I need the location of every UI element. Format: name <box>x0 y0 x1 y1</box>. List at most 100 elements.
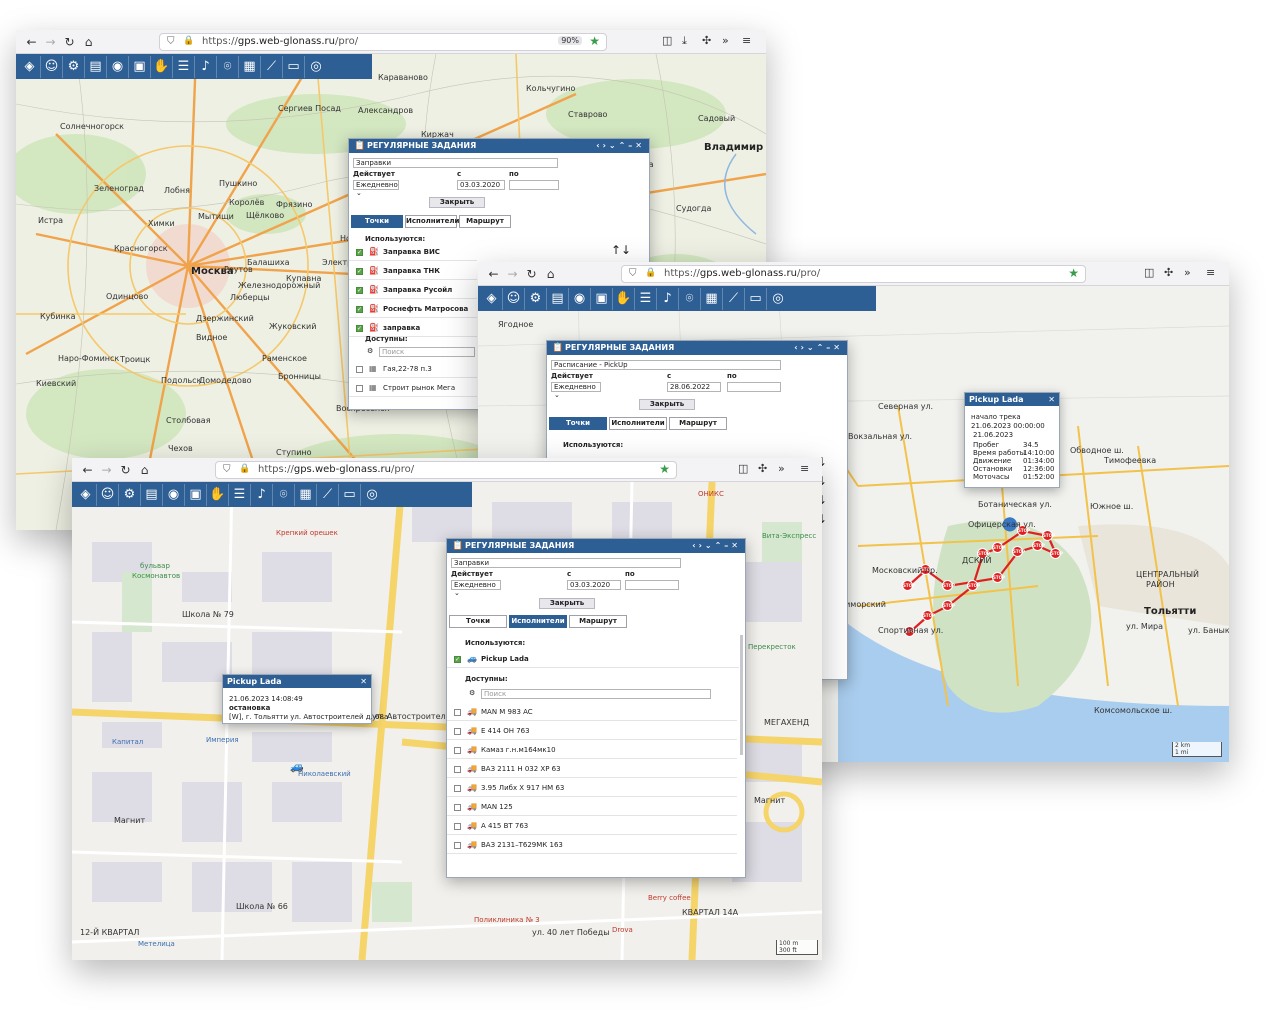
list-icon[interactable]: ☰ <box>635 287 657 310</box>
task-name-field[interactable]: Заправки <box>451 558 681 568</box>
checkbox[interactable]: ✓ <box>356 249 363 256</box>
stop-marker-icon[interactable]: STOP <box>1032 540 1045 551</box>
overflow-icon[interactable]: » <box>778 462 785 475</box>
list-item[interactable]: ✓ ⛽ Заправка ТНК <box>349 263 477 280</box>
checkbox[interactable] <box>454 804 461 811</box>
pocket-icon[interactable]: ◫ <box>1144 266 1154 279</box>
hand-icon[interactable]: ✋ <box>151 55 173 78</box>
forward-icon[interactable]: → <box>503 267 522 281</box>
zoom-badge[interactable]: 90% <box>558 36 582 45</box>
stop-marker-icon[interactable]: STOP <box>992 542 1005 553</box>
menu-icon[interactable]: ≡ <box>742 34 751 47</box>
dialog-controls-icon[interactable]: ‹›⌄⌃–✕ <box>596 139 645 153</box>
image-icon[interactable]: ▣ <box>129 55 151 78</box>
console-icon[interactable]: ▭ <box>745 287 767 310</box>
forward-icon[interactable]: → <box>41 35 60 49</box>
dialog-header[interactable]: 📋 РЕГУЛЯРНЫЕ ЗАДАНИЯ ‹›⌄⌃–✕ <box>349 139 649 153</box>
layers-icon[interactable]: ◈ <box>75 483 97 506</box>
reload-icon[interactable]: ↻ <box>116 463 135 477</box>
tab-executors[interactable]: Исполнители <box>405 215 459 228</box>
image-icon[interactable]: ▣ <box>185 483 207 506</box>
bell-icon[interactable]: ♪ <box>657 287 679 310</box>
signal-icon[interactable]: ◉ <box>163 483 185 506</box>
tab-executors[interactable]: Исполнители <box>509 615 567 628</box>
hand-icon[interactable]: ✋ <box>613 287 635 310</box>
tab-points[interactable]: Точки <box>351 215 403 228</box>
checkbox[interactable] <box>454 766 461 773</box>
list-item[interactable]: ✓ 🚙 Pickup Lada <box>447 651 739 668</box>
bookmark-star-icon[interactable]: ★ <box>1068 266 1079 280</box>
back-icon[interactable]: ← <box>78 463 97 477</box>
pocket-icon[interactable]: ◫ <box>662 34 672 47</box>
list-item[interactable]: ▦ Строит рынок Мега <box>349 380 477 397</box>
checkbox[interactable] <box>356 385 363 392</box>
back-icon[interactable]: ← <box>484 267 503 281</box>
user-icon[interactable]: ☺ <box>503 287 525 310</box>
address-bar[interactable]: ⛉ 🔒 https://gps.web-glonass.ru/pro/ 90% … <box>159 33 607 51</box>
checkbox[interactable] <box>454 842 461 849</box>
list-item[interactable]: 🚚 MAN M 983 AC <box>447 704 737 721</box>
close-icon[interactable]: ✕ <box>1048 393 1055 406</box>
frequency-select[interactable]: Ежедневно ⌄ <box>551 382 601 399</box>
task-name-field[interactable]: Расписание - PickUp <box>551 360 781 370</box>
bookmark-star-icon[interactable]: ★ <box>659 462 670 476</box>
bell-icon[interactable]: ♪ <box>251 483 273 506</box>
signal-icon[interactable]: ◉ <box>107 55 129 78</box>
checkbox[interactable] <box>454 747 461 754</box>
extensions-icon[interactable]: ✣ <box>1164 266 1173 279</box>
tab-route[interactable]: Маршрут <box>669 417 727 430</box>
list-item[interactable]: 🚚 E 414 OH 763 <box>447 723 737 740</box>
list-item[interactable]: 🚚 Камаз г.н.м164мк10 <box>447 742 737 759</box>
checkbox[interactable] <box>454 709 461 716</box>
overflow-icon[interactable]: » <box>722 34 729 47</box>
checkbox[interactable]: ✓ <box>356 268 363 275</box>
stop-marker-icon[interactable]: STOP <box>942 600 955 611</box>
address-bar[interactable]: ⛉ 🔒 https://gps.web-glonass.ru/pro/ ★ <box>215 461 677 479</box>
to-date-field[interactable] <box>625 580 679 590</box>
tab-points[interactable]: Точки <box>449 615 507 628</box>
map-icon[interactable]: ▦ <box>295 483 317 506</box>
to-date-field[interactable] <box>509 180 559 190</box>
frequency-select[interactable]: Ежедневно ⌄ <box>451 580 501 597</box>
gear-icon[interactable]: ⚙ <box>119 483 141 506</box>
checkbox[interactable]: ✓ <box>356 325 363 332</box>
overflow-icon[interactable]: » <box>1184 266 1191 279</box>
stop-marker-icon[interactable]: STOP <box>902 580 915 591</box>
checkbox[interactable] <box>454 823 461 830</box>
menu-icon[interactable]: ≡ <box>1206 266 1215 279</box>
frequency-select[interactable]: Ежедневно ⌄ <box>353 180 399 197</box>
move-up-icon[interactable]: ↑↓ <box>611 243 631 257</box>
close-button[interactable]: Закрыть <box>429 197 485 208</box>
reload-icon[interactable]: ↻ <box>522 267 541 281</box>
stop-marker-icon[interactable]: STOP <box>992 572 1005 583</box>
eye-icon[interactable]: ◎ <box>305 56 327 78</box>
report-icon[interactable]: ▤ <box>85 55 107 78</box>
report-icon[interactable]: ▤ <box>141 483 163 506</box>
stop-marker-icon[interactable]: STOP <box>1042 530 1055 541</box>
checkbox[interactable] <box>454 785 461 792</box>
list-item[interactable]: 🚚 MAN 125 <box>447 799 737 816</box>
extensions-icon[interactable]: ✣ <box>702 34 711 47</box>
home-icon[interactable]: ⌂ <box>79 35 98 49</box>
user-icon[interactable]: ☺ <box>97 483 119 506</box>
pocket-icon[interactable]: ◫ <box>738 462 748 475</box>
bookmark-star-icon[interactable]: ★ <box>589 34 600 48</box>
dialog-controls-icon[interactable]: ‹›⌄⌃–✕ <box>794 341 843 355</box>
layers-icon[interactable]: ◈ <box>19 55 41 78</box>
from-date-field[interactable]: 03.03.2020 <box>567 580 621 590</box>
dialog-header[interactable]: 📋 РЕГУЛЯРНЫЕ ЗАДАНИЯ ‹›⌄⌃–✕ <box>447 539 745 553</box>
close-icon[interactable]: ✕ <box>360 675 367 688</box>
list-item[interactable]: 🚚 ВАЗ 2111 Н 032 ХР 63 <box>447 761 737 778</box>
bell-icon[interactable]: ♪ <box>195 55 217 78</box>
list-item[interactable]: 🚚 А 415 ВТ 763 <box>447 818 737 835</box>
list-item[interactable]: ✓ ⛽ Заправка Русойл <box>349 282 477 299</box>
checkbox[interactable]: ✓ <box>454 656 461 663</box>
reload-icon[interactable]: ↻ <box>60 35 79 49</box>
checkbox[interactable] <box>454 728 461 735</box>
to-date-field[interactable] <box>727 382 781 392</box>
gear-icon[interactable]: ⚙ <box>525 287 547 310</box>
menu-icon[interactable]: ≡ <box>800 462 809 475</box>
list-item[interactable]: 🚚 3.95 Либх Х 917 НМ 63 <box>447 780 737 797</box>
search-input[interactable]: Поиск <box>379 347 475 357</box>
image-icon[interactable]: ▣ <box>591 287 613 310</box>
